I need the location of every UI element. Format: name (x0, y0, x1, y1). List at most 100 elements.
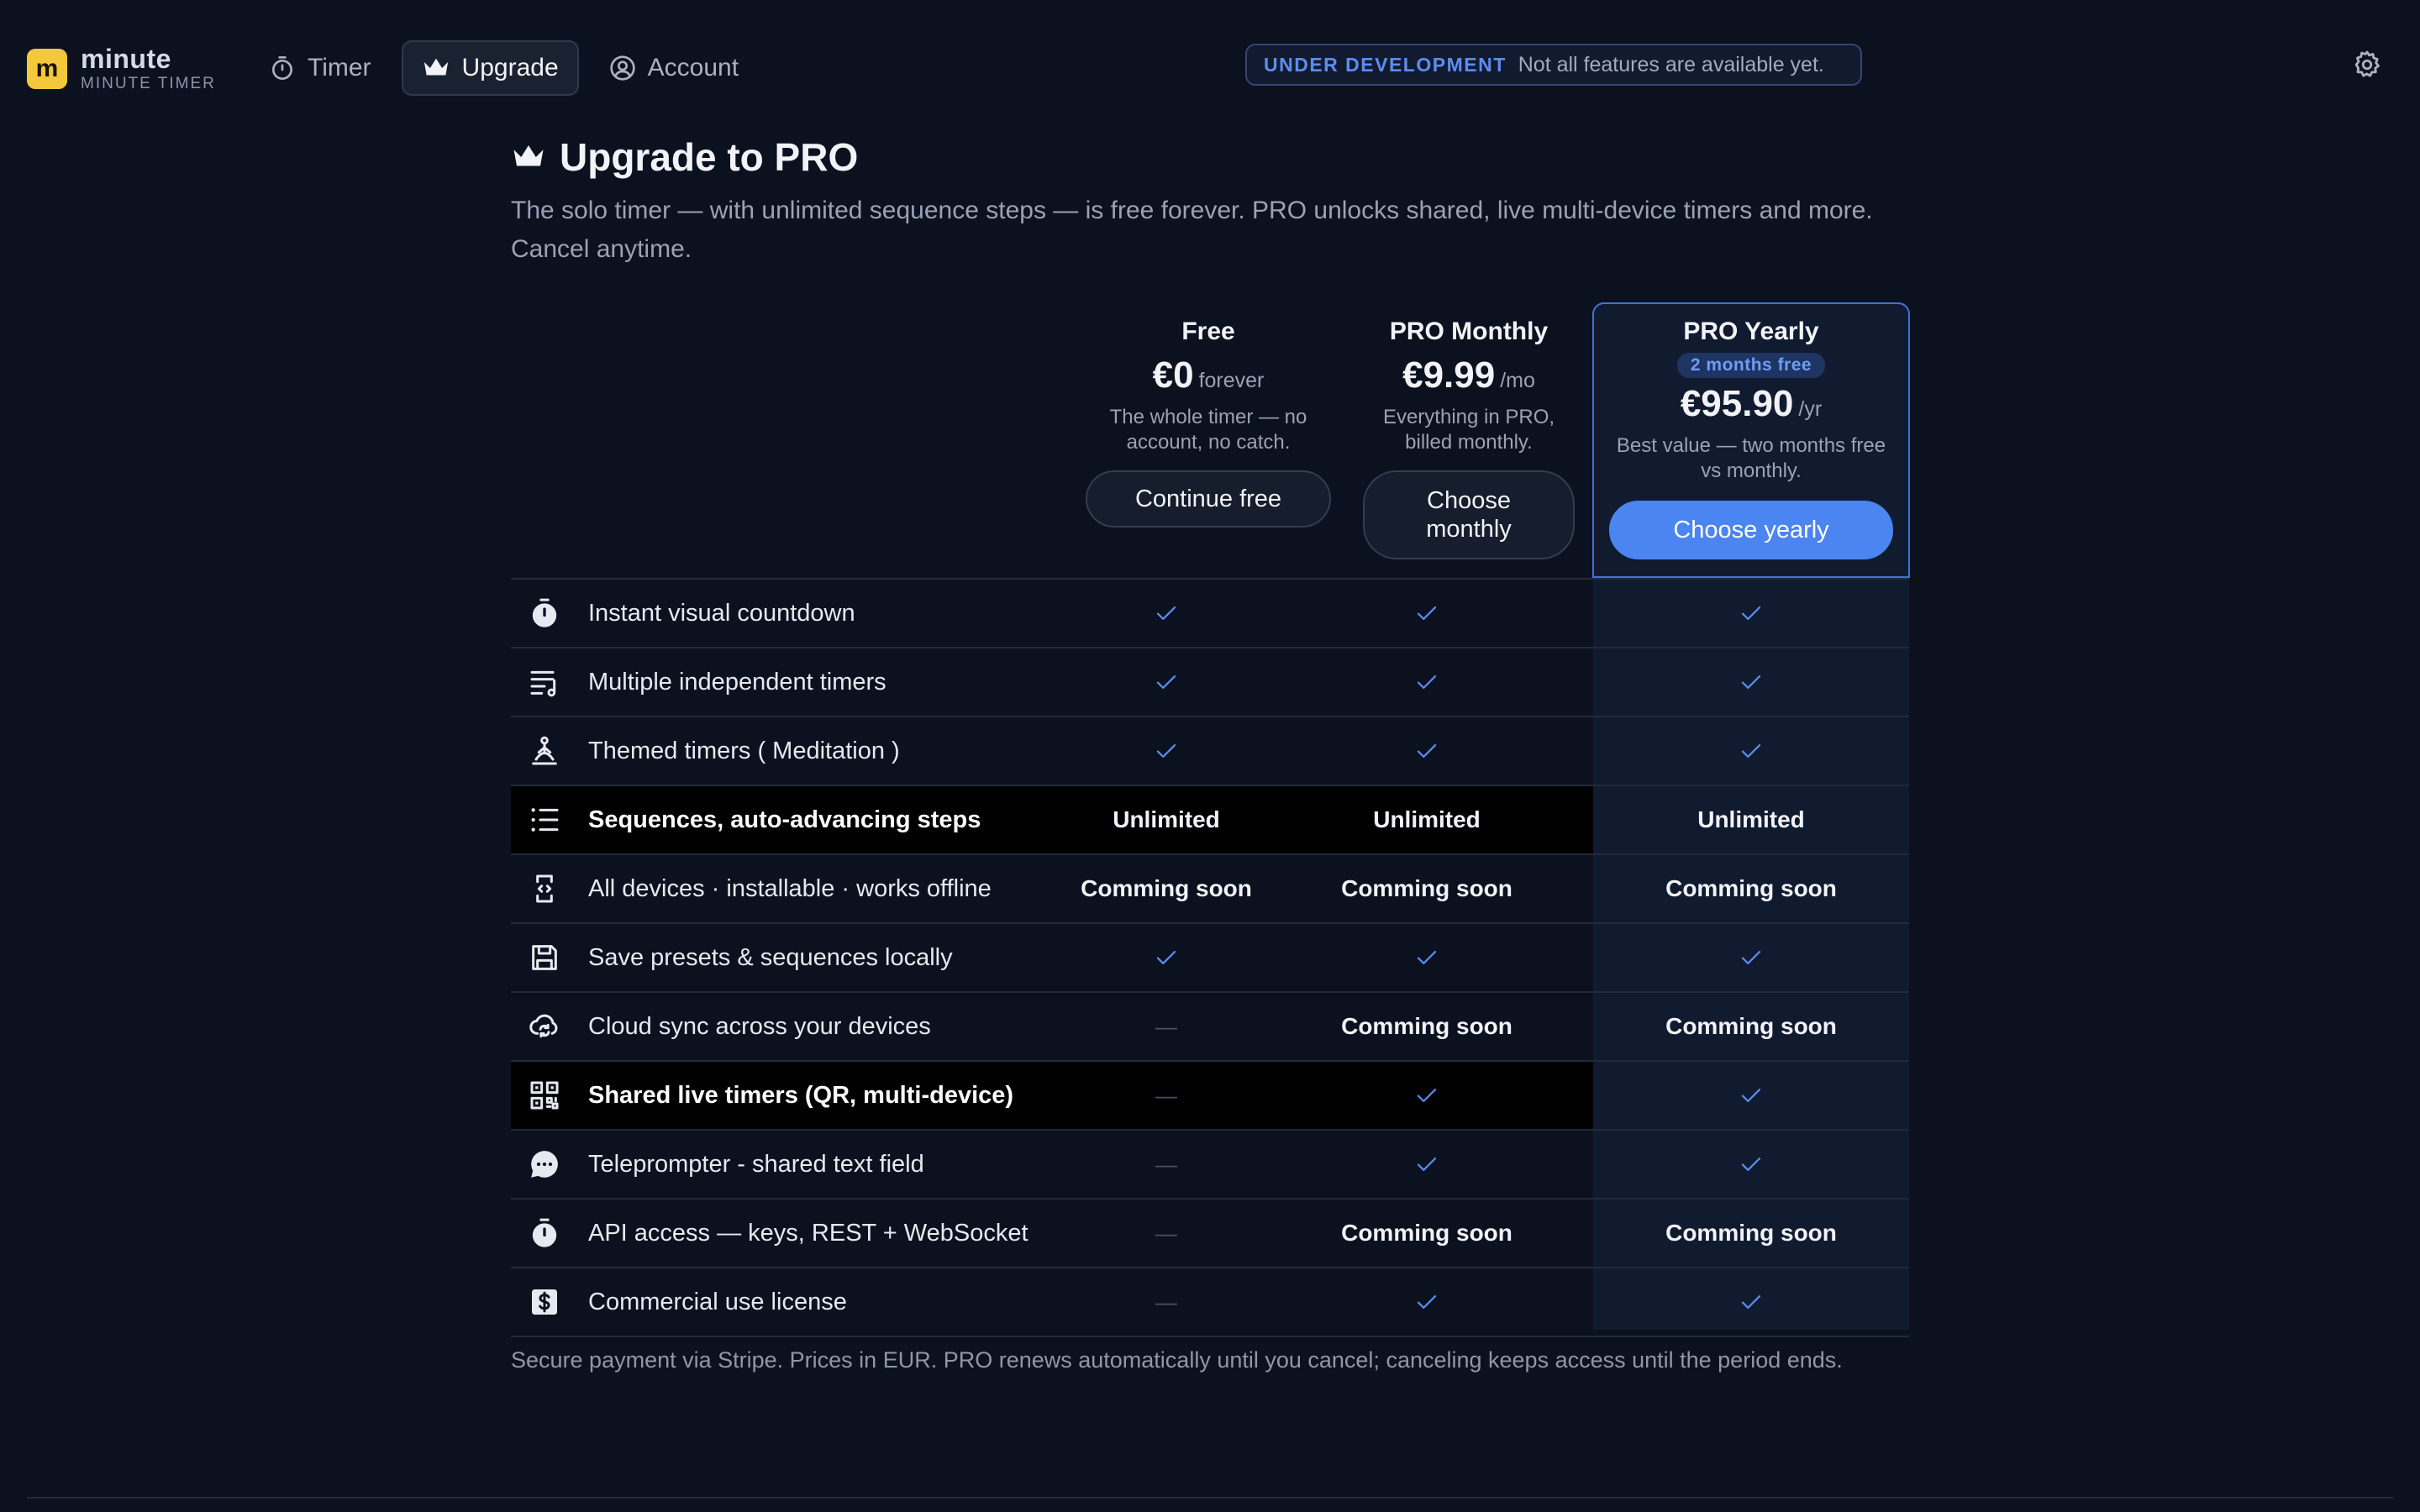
app-logo[interactable]: m minute MINUTE TIMER (27, 45, 216, 92)
feature-cell (1334, 648, 1519, 716)
app-name: minute (81, 44, 171, 74)
not-included-dash: — (1155, 1013, 1177, 1039)
feature-label: All devices · installable · works offlin… (588, 875, 992, 902)
check-icon (1741, 1089, 1761, 1102)
feature-value: Comming soon (1341, 1220, 1512, 1246)
timer-icon (528, 596, 561, 630)
qr-code-icon (528, 1079, 561, 1112)
feature-label: Commercial use license (588, 1289, 847, 1315)
feature-cell (1593, 648, 1909, 716)
feature-cell (1593, 1062, 1909, 1129)
feature-label: Sequences, auto-advancing steps (588, 806, 981, 833)
feature-cell (1334, 1062, 1519, 1129)
plan-description: Everything in PRO, billed monthly. (1382, 406, 1555, 454)
check-icon (1741, 606, 1761, 620)
not-included-dash: — (1155, 1082, 1177, 1108)
feature-cell: Comming soon (1334, 993, 1519, 1060)
feature-value: Comming soon (1665, 1220, 1837, 1246)
crown-icon (513, 145, 544, 166)
check-icon (1417, 951, 1437, 964)
plan-price: €0 (1152, 354, 1194, 396)
check-icon (1156, 606, 1176, 620)
feature-cell (1334, 580, 1519, 647)
feature-table: Instant visual countdown Multiple indepen… (511, 578, 1909, 1337)
check-icon (1417, 1089, 1437, 1102)
plan-description: Best value — two months free vs monthly. (1616, 434, 1886, 482)
feature-value: Comming soon (1341, 1013, 1512, 1039)
feature-cell: Comming soon (1334, 855, 1519, 922)
development-banner: UNDER DEVELOPMENT Not all features are a… (1245, 44, 1862, 86)
feature-row: All devices · installable · works offlin… (511, 853, 1909, 922)
plan-free: Free €0 forever The whole timer — no acco… (1082, 318, 1334, 528)
check-icon (1417, 606, 1437, 620)
feature-label: Cloud sync across your devices (588, 1013, 931, 1040)
feature-row: Cloud sync across your devices — Comming s… (511, 991, 1909, 1060)
playlist-icon (528, 665, 561, 699)
check-icon (1417, 1295, 1437, 1309)
nav-account[interactable]: Account (589, 40, 759, 96)
feature-cell (1334, 717, 1519, 785)
feature-value: Unlimited (1113, 806, 1220, 832)
dollar-icon (528, 1285, 561, 1319)
feature-value: Unlimited (1373, 806, 1481, 832)
nav-account-label: Account (647, 54, 739, 81)
stopwatch-icon (272, 56, 292, 80)
plan-price: €95.90 (1680, 383, 1794, 424)
feature-row: Shared live timers (QR, multi-device) — (511, 1060, 1909, 1129)
check-icon (1156, 744, 1176, 758)
nav-timer-label: Timer (308, 54, 371, 81)
feature-cell: Comming soon (1334, 1200, 1519, 1267)
check-icon (1741, 951, 1761, 964)
continue-free-button[interactable]: Continue free (1086, 470, 1331, 528)
plan-pro-yearly: PRO Yearly 2 months free €95.90/yr Best … (1593, 318, 1909, 559)
feature-value: Comming soon (1665, 875, 1837, 901)
feature-cell (1082, 924, 1250, 991)
cloud-sync-icon (528, 1010, 561, 1043)
nav-timer[interactable]: Timer (249, 40, 392, 96)
feature-label: Save presets & sequences locally (588, 944, 953, 971)
discount-badge: 2 months free (1676, 353, 1826, 378)
check-icon (1417, 744, 1437, 758)
not-included-dash: — (1155, 1220, 1177, 1246)
feature-cell (1082, 580, 1250, 647)
feature-cell: Comming soon (1593, 1200, 1909, 1267)
check-icon (1741, 675, 1761, 689)
user-circle-icon (609, 55, 635, 81)
feature-cell: Comming soon (1593, 993, 1909, 1060)
feature-label: Teleprompter - shared text field (588, 1151, 924, 1178)
feature-cell: — (1082, 1268, 1250, 1336)
check-icon (1741, 1158, 1761, 1171)
page-title: Upgrade to PRO (560, 135, 859, 179)
nav-upgrade[interactable]: Upgrade (401, 40, 579, 96)
feature-row: Teleprompter - shared text field — (511, 1129, 1909, 1198)
feature-cell: Unlimited (1334, 786, 1519, 853)
feature-cell: — (1082, 1131, 1250, 1198)
payment-note: Secure payment via Stripe. Prices in EUR… (511, 1347, 1843, 1373)
choose-monthly-button[interactable]: Choose monthly (1363, 470, 1575, 559)
plan-period: /yr (1798, 397, 1823, 421)
choose-yearly-button[interactable]: Choose yearly (1609, 501, 1893, 559)
logo-badge: m (27, 48, 67, 89)
feature-label: Themed timers ( Meditation ) (588, 738, 900, 764)
feature-cell (1082, 717, 1250, 785)
plan-name: PRO Monthly (1389, 318, 1549, 345)
plan-period: /mo (1500, 369, 1535, 392)
feature-label: API access — keys, REST + WebSocket (588, 1220, 1028, 1247)
feature-row: Save presets & sequences locally (511, 922, 1909, 991)
feature-cell (1334, 1268, 1519, 1336)
gear-icon (2354, 50, 2380, 77)
feature-cell (1593, 717, 1909, 785)
list-icon (528, 803, 561, 837)
feature-row: API access — keys, REST + WebSocket — Comm… (511, 1198, 1909, 1267)
feature-cell: Unlimited (1082, 786, 1250, 853)
timer-icon (528, 1216, 561, 1250)
page-subtitle: The solo timer — with unlimited sequence… (511, 197, 1873, 263)
check-icon (1741, 1295, 1761, 1309)
feature-row: Instant visual countdown (511, 578, 1909, 647)
not-included-dash: — (1155, 1151, 1177, 1177)
feature-cell (1334, 924, 1519, 991)
feature-value: Comming soon (1341, 875, 1512, 901)
feature-label: Multiple independent timers (588, 669, 886, 696)
nav-upgrade-label: Upgrade (461, 54, 559, 81)
settings-button[interactable] (2351, 49, 2383, 85)
